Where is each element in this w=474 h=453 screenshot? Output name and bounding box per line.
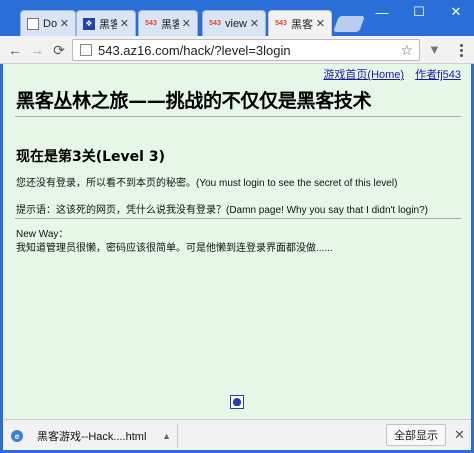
address-bar[interactable]: 543.az16.com/hack/?level=3login ☆ [72, 39, 420, 61]
download-filename[interactable]: 黑客游戏--Hack....html [37, 428, 162, 444]
tab-5-active[interactable]: 543 黑客 ✕ [268, 10, 332, 36]
paw-icon: ❖ [83, 17, 95, 30]
minimize-button[interactable]: — [364, 2, 400, 22]
close-icon[interactable]: ✕ [250, 17, 259, 30]
tab-2[interactable]: ❖ 黑客 ✕ [76, 10, 136, 36]
close-icon[interactable]: ✕ [120, 17, 129, 30]
close-icon[interactable]: ✕ [454, 427, 465, 443]
home-link[interactable]: 游戏首页(Home) [323, 69, 404, 81]
top-links: 游戏首页(Home) 作者fj543 [315, 66, 461, 82]
hint-text: 提示语：这该死的网页，凭什么说我没有登录？(Damn page! Why you… [16, 205, 429, 216]
close-icon[interactable]: ✕ [316, 17, 325, 30]
tab-3[interactable]: 543 黑客 ✕ [138, 10, 198, 36]
tab-1[interactable]: Doc ✕ [20, 10, 76, 36]
close-icon[interactable]: ✕ [182, 17, 191, 30]
close-icon[interactable]: ✕ [60, 17, 69, 30]
new-tab-button[interactable] [333, 16, 365, 32]
tab-label: 黑客 [291, 18, 313, 31]
forward-button[interactable]: → [28, 41, 46, 59]
maximize-button[interactable]: ☐ [401, 2, 437, 22]
url-text[interactable]: 543.az16.com/hack/?level=3login [98, 43, 400, 58]
divider [15, 218, 461, 219]
close-window-button[interactable]: ✕ [438, 2, 474, 22]
tab-label: 黑客 [161, 18, 179, 31]
543-icon: 543 [209, 20, 221, 27]
bookmark-star-icon[interactable]: ☆ [400, 42, 413, 59]
login-message: 您还没有登录，所以看不到本页的秘密。(You must login to see… [16, 178, 398, 189]
tab-4[interactable]: 543 view ✕ [202, 10, 266, 36]
tab-label: 黑客 [99, 18, 117, 31]
html-file-icon: e [11, 430, 23, 442]
543-icon: 543 [275, 20, 287, 27]
page-title: 黑客丛林之旅——挑战的不仅仅是黑客技术 [16, 90, 372, 112]
paw-logo-icon[interactable] [230, 395, 244, 409]
543-icon: 543 [145, 20, 157, 27]
new-way-label: New Way： [16, 229, 69, 240]
back-button[interactable]: ← [6, 41, 24, 59]
page-info-icon[interactable] [80, 44, 92, 56]
browser-toolbar: ← → ⟳ 543.az16.com/hack/?level=3login ☆ … [0, 36, 474, 64]
menu-icon[interactable] [456, 41, 466, 59]
author-link[interactable]: 作者fj543 [415, 69, 461, 81]
extension-icon[interactable]: ▼ [428, 42, 441, 57]
title-bar: Doc ✕ ❖ 黑客 ✕ 543 黑客 ✕ 543 view ✕ 543 黑客 … [0, 0, 474, 36]
tab-label: Doc [43, 17, 57, 30]
download-bar: e 黑客游戏--Hack....html ▲ 全部显示 ✕ [3, 419, 471, 450]
page-content: 游戏首页(Home) 作者fj543 黑客丛林之旅——挑战的不仅仅是黑客技术 现… [3, 64, 471, 419]
download-item[interactable]: e 黑客游戏--Hack....html ▲ [11, 424, 178, 448]
tab-label: view [225, 17, 247, 30]
new-way-text: 我知道管理员很懒，密码应该很简单。可是他懒到连登录界面都没做...... [16, 243, 333, 254]
reload-button[interactable]: ⟳ [50, 41, 68, 59]
level-heading: 现在是第3关(Level 3) [16, 149, 165, 165]
doc-icon [27, 17, 39, 30]
show-all-button[interactable]: 全部显示 [386, 424, 446, 446]
chevron-up-icon[interactable]: ▲ [162, 431, 171, 441]
divider [15, 116, 461, 117]
